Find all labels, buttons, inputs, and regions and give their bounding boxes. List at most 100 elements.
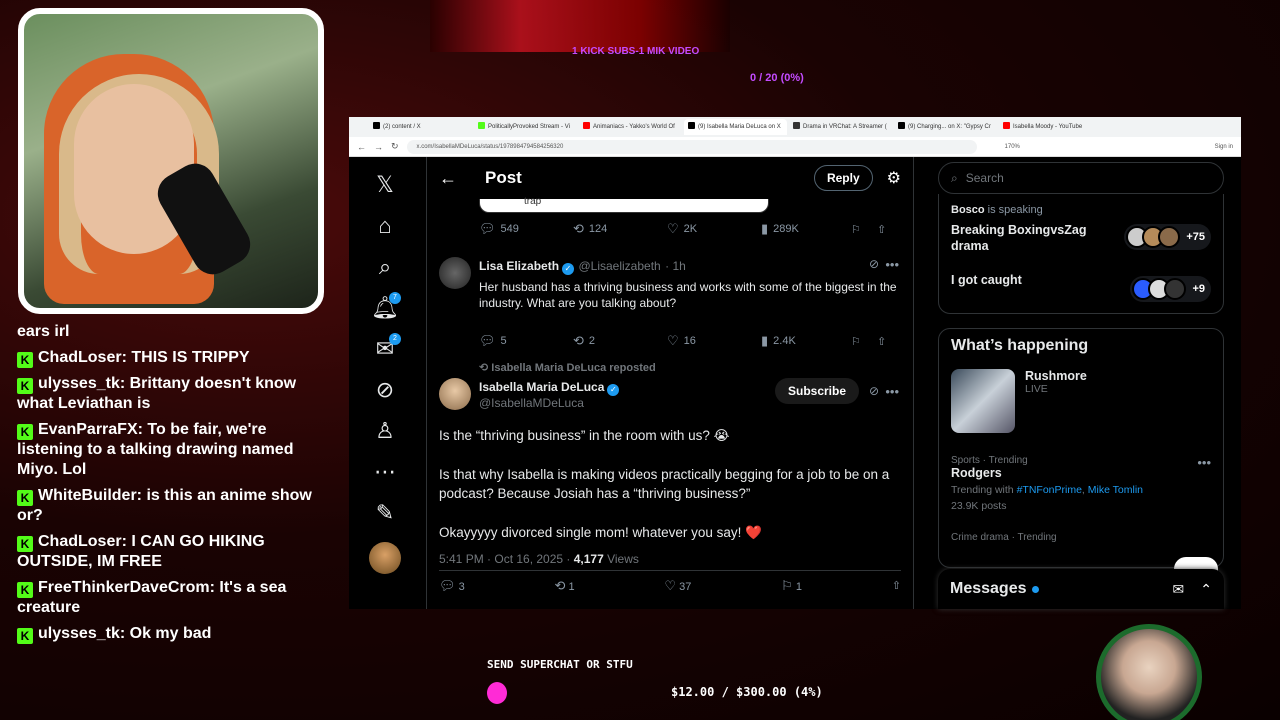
trend-link[interactable]: #TNFonPrime xyxy=(1017,484,1082,496)
notifications-icon[interactable]: 🔔︎ 7 xyxy=(365,288,405,328)
share-icon[interactable]: ⇧ xyxy=(877,335,886,348)
messages-drawer[interactable]: Messages ✉ ⌃ xyxy=(938,569,1224,609)
settings-sliders-icon[interactable]: ⚙ xyxy=(887,168,901,188)
kick-icon: K xyxy=(17,378,33,394)
repost-action[interactable]: ⟲ 124 xyxy=(573,221,667,237)
chat-user: EvanParraFX xyxy=(38,421,138,438)
main-author-name[interactable]: Isabella Maria DeLuca xyxy=(479,380,604,394)
whats-happening-panel: What’s happening Rushmore LIVE Sports · … xyxy=(938,328,1224,568)
chat-message: K WhiteBuilder: is this an anime show or? xyxy=(17,487,312,524)
reply-button[interactable]: Reply xyxy=(813,165,873,191)
reply-action[interactable]: 💬︎ 549 xyxy=(479,221,573,237)
reply-avatar[interactable] xyxy=(439,257,471,289)
browser-tab[interactable]: Isabella Moody - YouTube xyxy=(999,119,1102,135)
reply-action-bar: 💬︎ 5 ⟲ 2 ♡ 16 ▮ 2.4K ⚐ ⇧ xyxy=(427,327,913,355)
grok-icon[interactable]: ⊘ xyxy=(869,384,879,398)
views-action[interactable]: ▮ 2.4K xyxy=(761,333,851,349)
space-title[interactable]: Breaking BoxingvsZag drama xyxy=(951,222,1101,254)
like-action[interactable]: ♡ 37 xyxy=(664,578,691,594)
main-tweet-text: Is the “thriving business” in the room w… xyxy=(427,426,913,542)
reposted-by-text[interactable]: Isabella Maria DeLuca reposted xyxy=(491,362,655,374)
more-icon[interactable]: ••• xyxy=(885,384,899,399)
forward-icon[interactable]: → xyxy=(374,142,383,152)
reply-tweet[interactable]: Lisa Elizabeth ✓ @Lisaelizabeth · 1h Her … xyxy=(427,257,913,327)
compose-icon[interactable]: ✎ xyxy=(365,493,405,533)
browser-tab[interactable]: Drama in VRChat: A Streamer ( xyxy=(789,119,892,135)
reply-action[interactable]: 💬︎ 5 xyxy=(479,333,573,349)
browser-tab[interactable]: (2) content / X xyxy=(369,119,472,135)
reply-time[interactable]: · 1h xyxy=(665,259,686,273)
share-icon[interactable]: ⇧ xyxy=(877,223,886,236)
share-icon[interactable]: ⇧ xyxy=(892,579,901,592)
space-listeners[interactable]: +75 xyxy=(1124,224,1211,250)
bookmark-icon[interactable]: ⚐ xyxy=(851,223,877,236)
tab-label: PoliticallyProvoked Stream - Vi xyxy=(488,124,570,130)
trend-meta: Crime drama · Trending xyxy=(951,532,1057,543)
search-input[interactable]: ⌕ Search xyxy=(938,162,1224,194)
more-icon[interactable]: ⋯ xyxy=(365,452,405,492)
bookmark-icon[interactable]: ⚐ xyxy=(851,335,877,348)
account-avatar[interactable] xyxy=(369,542,401,574)
space-listeners[interactable]: +9 xyxy=(1130,276,1211,302)
search-placeholder: Search xyxy=(965,171,1004,185)
new-message-icon[interactable]: ✉ xyxy=(1173,581,1185,598)
quoted-post-tail[interactable]: trap xyxy=(479,197,769,213)
main-avatar[interactable] xyxy=(439,378,471,410)
right-sidebar: ⌕ Search Bosco is speaking Breaking Boxin… xyxy=(938,157,1224,609)
superchat-progress-dot xyxy=(487,682,507,704)
tweet-timestamp[interactable]: 5:41 PM · Oct 16, 2025 · xyxy=(439,552,574,566)
x-logo-icon[interactable]: 𝕏 xyxy=(365,165,405,205)
repost-count: 1 xyxy=(568,580,575,593)
listener-count: +75 xyxy=(1186,231,1205,243)
home-icon[interactable]: ⌂ xyxy=(365,206,405,246)
views-action[interactable]: ▮ 289K xyxy=(761,221,851,237)
repost-action[interactable]: ⟲ 2 xyxy=(573,333,667,349)
messages-icon[interactable]: ✉ 2 xyxy=(365,329,405,369)
reply-count: 549 xyxy=(500,223,519,235)
zoom-level[interactable]: 170% xyxy=(1005,144,1020,150)
grok-icon[interactable]: ⊘ xyxy=(365,370,405,410)
repost-count: 2 xyxy=(588,335,596,347)
grok-icon[interactable]: ⊘ xyxy=(869,257,879,271)
tab-favicon xyxy=(478,122,485,129)
repost-icon: ⟲ xyxy=(573,221,584,236)
trend-item[interactable]: Sports · Trending Rodgers Trending with … xyxy=(951,455,1211,512)
reply-author-name[interactable]: Lisa Elizabeth xyxy=(479,259,559,273)
like-action[interactable]: ♡ 16 xyxy=(667,333,761,349)
trend-posts: 23.9K posts xyxy=(951,500,1007,512)
like-icon: ♡ xyxy=(667,333,679,348)
search-icon[interactable]: ⌕ xyxy=(365,247,405,287)
browser-tab[interactable]: (9) Charging... on X: "Gypsy Cr xyxy=(894,119,997,135)
browser-tab[interactable]: Animaniacs - Yakko's World Of xyxy=(579,119,682,135)
subscribe-button[interactable]: Subscribe xyxy=(775,378,860,404)
back-icon[interactable]: ← xyxy=(357,142,366,152)
browser-tab-active[interactable]: (9) Isabella Maria DeLuca on X xyxy=(684,119,787,135)
address-input[interactable]: x.com/IsabellaMDeLuca/status/19789847945… xyxy=(406,139,977,154)
space-speaker: Bosco is speaking xyxy=(951,204,1211,216)
back-arrow-icon[interactable]: ← xyxy=(439,168,479,189)
like-action[interactable]: ♡ 2K xyxy=(667,221,761,237)
view-count: 2.4K xyxy=(773,335,796,347)
chat-message: Kulysses_tk: Brittany doesn't know what … xyxy=(17,375,297,412)
expand-chevron-icon[interactable]: ⌃ xyxy=(1200,581,1212,598)
chat-user: WhiteBuilder xyxy=(38,487,137,504)
tweet-paragraph: Okayyyyy divorced single mom! whatever y… xyxy=(439,525,762,540)
browser-tab[interactable]: PoliticallyProvoked Stream - Vi xyxy=(474,119,577,135)
x-left-nav: 𝕏 ⌂ ⌕ 🔔︎ 7 ✉ 2 ⊘ ♙ ⋯ ✎ xyxy=(349,157,421,609)
live-event[interactable]: Rushmore LIVE xyxy=(951,369,1211,433)
reply-author-handle[interactable]: @Lisaelizabeth xyxy=(578,259,660,273)
tab-favicon xyxy=(688,122,695,129)
tab-label: (9) Charging... on X: "Gypsy Cr xyxy=(908,124,991,130)
live-info: Rushmore LIVE xyxy=(1025,369,1087,433)
repost-action[interactable]: ⟲ 1 xyxy=(554,578,574,594)
tab-label: Animaniacs - Yakko's World Of xyxy=(593,124,675,130)
more-icon[interactable]: ••• xyxy=(885,257,899,272)
bookmark-action[interactable]: ⚐ 1 xyxy=(781,578,802,594)
reply-action[interactable]: 💬︎ 3 xyxy=(439,578,465,594)
sign-in-button[interactable]: Sign in xyxy=(1215,144,1233,150)
more-icon[interactable]: ••• xyxy=(1197,455,1211,470)
views-icon: ▮ xyxy=(761,221,769,236)
profile-icon[interactable]: ♙ xyxy=(365,411,405,451)
reload-icon[interactable]: ↻ xyxy=(391,141,399,152)
trend-link[interactable]: Mike Tomlin xyxy=(1088,484,1143,496)
